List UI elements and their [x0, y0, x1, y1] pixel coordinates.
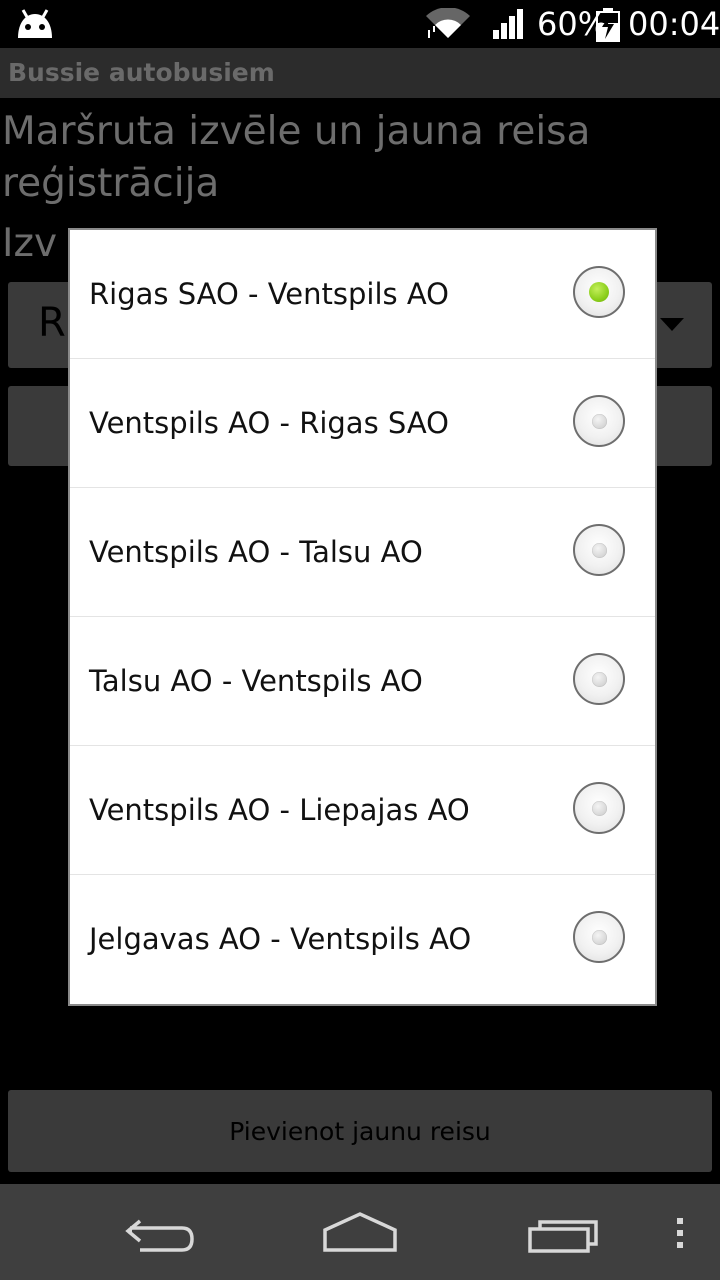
route-select-label: Izv	[2, 221, 58, 266]
route-option-label: Talsu AO - Ventspils AO	[89, 664, 423, 698]
screen: 60% 00:04 Bussie autobusiem Maršruta izv…	[0, 0, 720, 1280]
route-option[interactable]: Ventspils AO - Talsu AO	[70, 488, 655, 617]
radio-button[interactable]	[573, 524, 625, 576]
radio-button-selected[interactable]	[573, 266, 625, 318]
route-option[interactable]: Ventspils AO - Liepajas AO	[70, 746, 655, 875]
wifi-icon	[424, 7, 472, 44]
android-icon	[14, 8, 56, 44]
route-option[interactable]: Talsu AO - Ventspils AO	[70, 617, 655, 746]
clock: 00:04	[628, 5, 720, 43]
route-option[interactable]: Ventspils AO - Rigas SAO	[70, 359, 655, 488]
action-bar: Bussie autobusiem	[0, 48, 720, 98]
status-bar: 60% 00:04	[0, 0, 720, 48]
add-new-trip-button[interactable]: Pievienot jaunu reisu	[8, 1090, 712, 1172]
route-option[interactable]: Jelgavas AO - Ventspils AO	[70, 875, 655, 1004]
navigation-bar	[0, 1184, 720, 1280]
route-option[interactable]: Rigas SAO - Ventspils AO	[70, 230, 655, 359]
dropdown-arrow-icon	[660, 318, 684, 331]
route-option-label: Rigas SAO - Ventspils AO	[89, 277, 450, 311]
route-option-label: Jelgavas AO - Ventspils AO	[89, 922, 472, 956]
route-option-label: Ventspils AO - Rigas SAO	[89, 406, 450, 440]
signal-icon	[492, 8, 526, 44]
overflow-menu-icon[interactable]	[660, 1184, 700, 1280]
radio-button[interactable]	[573, 653, 625, 705]
page-heading: Maršruta izvēle un jauna reisa reģistrāc…	[2, 109, 591, 206]
battery-charging-icon	[596, 8, 620, 46]
app-title: Bussie autobusiem	[8, 58, 275, 87]
route-option-label: Ventspils AO - Liepajas AO	[89, 793, 470, 827]
home-icon[interactable]	[310, 1184, 410, 1280]
radio-button[interactable]	[573, 395, 625, 447]
recent-apps-icon[interactable]	[512, 1184, 612, 1280]
route-choice-dialog: Rigas SAO - Ventspils AO Ventspils AO - …	[68, 228, 657, 1006]
spinner-value: R	[38, 300, 66, 346]
back-icon[interactable]	[110, 1184, 210, 1280]
radio-button[interactable]	[573, 782, 625, 834]
route-option-label: Ventspils AO - Talsu AO	[89, 535, 423, 569]
radio-button[interactable]	[573, 911, 625, 963]
